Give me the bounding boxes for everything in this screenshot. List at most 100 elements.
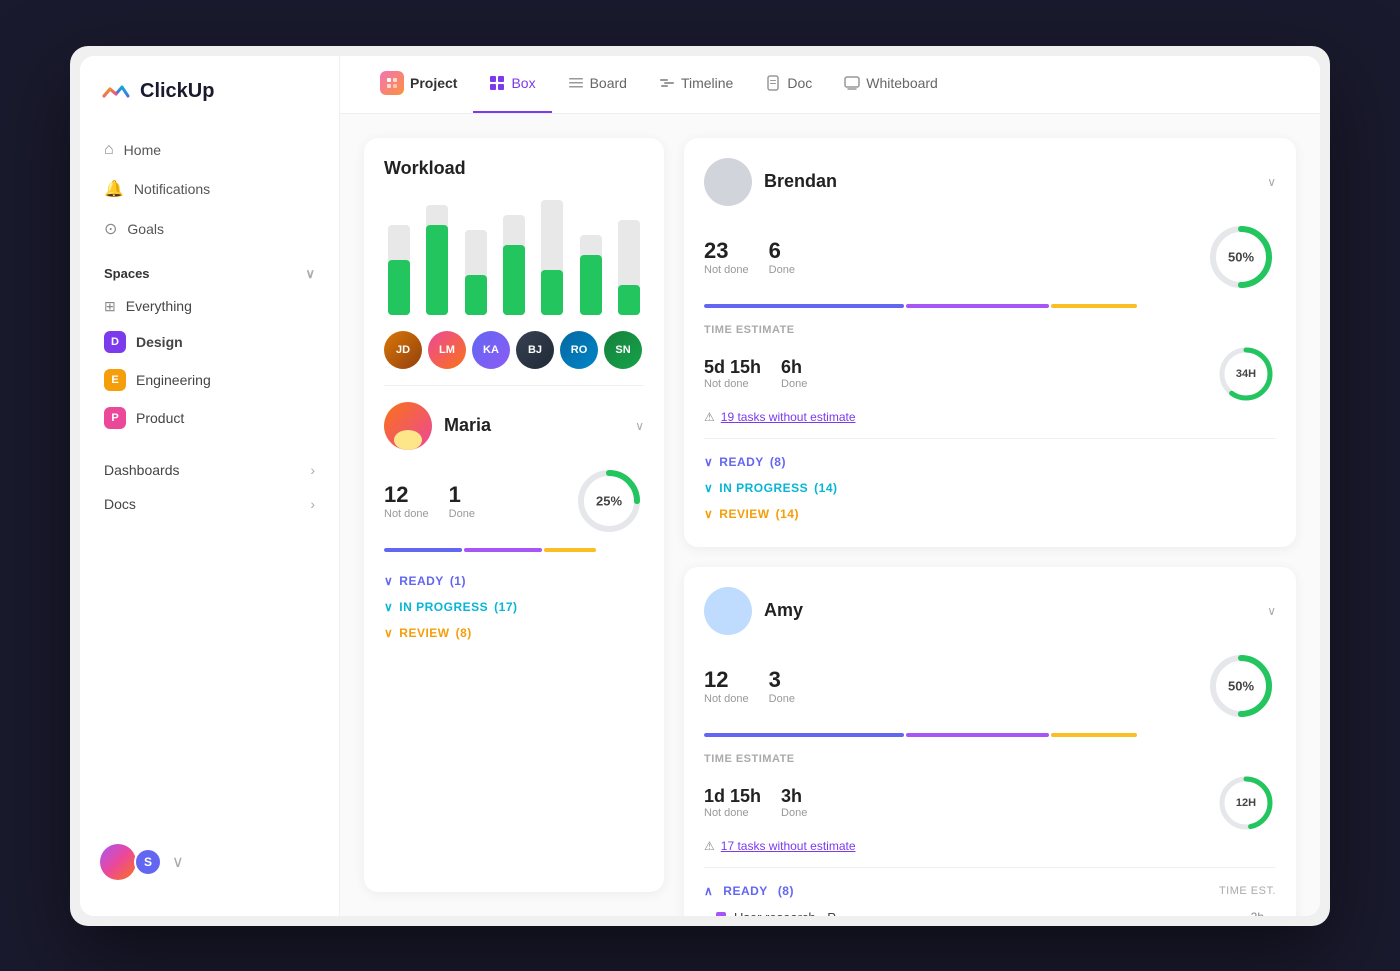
amy-stats: 12 Not done 3 Done	[704, 651, 1276, 721]
project-icon	[380, 71, 404, 95]
brendan-ready-label: READY	[719, 455, 764, 469]
amy-time-done: 3h Done	[781, 786, 807, 819]
brendan-done-label: Done	[769, 264, 795, 276]
tab-project[interactable]: Project	[364, 56, 473, 114]
sidebar-item-everything[interactable]: ⊞ Everything	[80, 290, 339, 323]
maria-name: Maria	[444, 415, 491, 436]
sidebar-item-home-label: Home	[124, 142, 161, 158]
logo: ClickUp	[80, 76, 339, 132]
sidebar-item-engineering[interactable]: E Engineering	[80, 361, 339, 399]
app-inner: ClickUp ⌂ Home 🔔 Notifications ⊙ Goals S…	[80, 56, 1320, 916]
workload-avatar-5: RO	[560, 331, 598, 369]
sidebar-item-design[interactable]: D Design	[80, 323, 339, 361]
brendan-avatar-face	[704, 158, 752, 206]
maria-section: Maria ∨ 12 Not done 1 Done	[384, 385, 644, 646]
tab-doc[interactable]: Doc	[749, 56, 828, 114]
chevron-icon3: ∨	[704, 507, 713, 521]
amy-divider	[704, 867, 1276, 868]
brendan-avatar	[704, 158, 752, 206]
maria-review-header[interactable]: ∨ REVIEW (8)	[384, 620, 644, 646]
bar-2	[422, 205, 452, 315]
dashboards-chevron-icon: ›	[310, 462, 315, 478]
tab-board[interactable]: Board	[552, 56, 643, 114]
amy-warning-link[interactable]: 17 tasks without estimate	[721, 839, 856, 853]
sidebar-item-goals-label: Goals	[127, 221, 164, 237]
amy-bar-blue	[704, 733, 904, 737]
amy-bar-purple	[906, 733, 1049, 737]
spaces-chevron-icon[interactable]: ∨	[305, 266, 315, 282]
tab-whiteboard[interactable]: Whiteboard	[828, 56, 954, 114]
maria-review-label: REVIEW	[399, 626, 449, 640]
tab-box-label: Box	[511, 75, 535, 91]
brendan-not-done-label: Not done	[704, 264, 749, 276]
product-badge: P	[104, 407, 126, 429]
sidebar-item-home[interactable]: ⌂ Home	[92, 132, 327, 168]
maria-expand-icon[interactable]: ∨	[635, 419, 644, 433]
maria-done: 1 Done	[449, 482, 475, 520]
clickup-logo-icon	[100, 76, 132, 108]
sidebar-item-docs[interactable]: Docs ›	[92, 487, 327, 521]
tab-whiteboard-label: Whiteboard	[866, 75, 938, 91]
bar-fg-1	[388, 260, 410, 315]
amy-card: Amy ∨ 12 Not done	[684, 567, 1296, 916]
amy-ready-count: (8)	[778, 884, 794, 898]
brendan-time-ring: 34H	[1216, 344, 1276, 404]
sidebar-item-engineering-label: Engineering	[136, 372, 211, 388]
brendan-time-label: TIME ESTIMATE	[704, 324, 1276, 336]
brendan-card: Brendan ∨ 23 Not done	[684, 138, 1296, 547]
tab-box[interactable]: Box	[473, 56, 551, 114]
brendan-name: Brendan	[764, 171, 837, 192]
maria-progress-ring: 25%	[574, 466, 644, 536]
sidebar-item-product[interactable]: P Product	[80, 399, 339, 437]
brendan-time-not-done-num: 5d 15h	[704, 357, 761, 378]
docs-label: Docs	[104, 496, 136, 512]
amy-time-ring: 12H	[1216, 773, 1276, 833]
right-column: Brendan ∨ 23 Not done	[684, 138, 1296, 892]
bar-fg-7	[618, 285, 640, 315]
tab-doc-label: Doc	[787, 75, 812, 91]
brendan-progress-ring: 50%	[1206, 222, 1276, 292]
maria-inprogress-header[interactable]: ∨ IN PROGRESS (17)	[384, 594, 644, 620]
amy-warning-icon: ⚠	[704, 839, 715, 853]
sidebar-item-everything-label: Everything	[126, 298, 192, 314]
brendan-warning-link[interactable]: 19 tasks without estimate	[721, 410, 856, 424]
brendan-time-stats: 5d 15h Not done 6h Done	[704, 344, 1276, 404]
brendan-ready-header[interactable]: ∨ READY (8)	[704, 449, 1276, 475]
tab-timeline-label: Timeline	[681, 75, 733, 91]
maria-bar-blue	[384, 548, 462, 552]
workload-avatars: JD LM KA BJ RO SN	[384, 331, 644, 369]
workload-avatar-4: BJ	[516, 331, 554, 369]
brendan-left: 23 Not done 6 Done	[704, 222, 1276, 527]
bar-fg-6	[580, 255, 602, 315]
bar-fg-3	[465, 275, 487, 315]
brendan-ready-count: (8)	[770, 455, 786, 469]
bar-4	[499, 215, 529, 315]
sidebar-item-notifications[interactable]: 🔔 Notifications	[92, 170, 327, 208]
amy-name: Amy	[764, 600, 803, 621]
sidebar-item-dashboards[interactable]: Dashboards ›	[92, 453, 327, 487]
brendan-inprogress-header[interactable]: ∨ IN PROGRESS (14)	[704, 475, 1276, 501]
brendan-not-done-num: 23	[704, 238, 749, 264]
workload-avatar-6: SN	[604, 331, 642, 369]
brendan-review-count: (14)	[776, 507, 799, 521]
maria-not-done-label: Not done	[384, 508, 429, 520]
logo-text: ClickUp	[140, 80, 214, 103]
brendan-done-num: 6	[769, 238, 795, 264]
brendan-review-header[interactable]: ∨ REVIEW (14)	[704, 501, 1276, 527]
amy-ready-header[interactable]: ∧ READY (8) TIME EST.	[704, 878, 1276, 904]
amy-time-ring-label: 12H	[1236, 797, 1256, 809]
sidebar-item-goals[interactable]: ⊙ Goals	[92, 210, 327, 248]
user-menu-arrow[interactable]: ∨	[172, 852, 184, 872]
amy-expand-icon[interactable]: ∨	[1267, 604, 1276, 618]
warning-icon: ⚠	[704, 410, 715, 424]
sidebar-footer: S ∨	[80, 828, 339, 896]
task-dot-1	[716, 912, 726, 916]
brendan-warning: ⚠ 19 tasks without estimate	[704, 410, 1276, 424]
board-icon	[568, 75, 584, 91]
tab-timeline[interactable]: Timeline	[643, 56, 749, 114]
brendan-expand-icon[interactable]: ∨	[1267, 175, 1276, 189]
maria-ready-header[interactable]: ∨ READY (1)	[384, 568, 644, 594]
bar-fg-5	[541, 270, 563, 315]
brendan-review-label: REVIEW	[719, 507, 769, 521]
grid-icon: ⊞	[104, 298, 116, 315]
